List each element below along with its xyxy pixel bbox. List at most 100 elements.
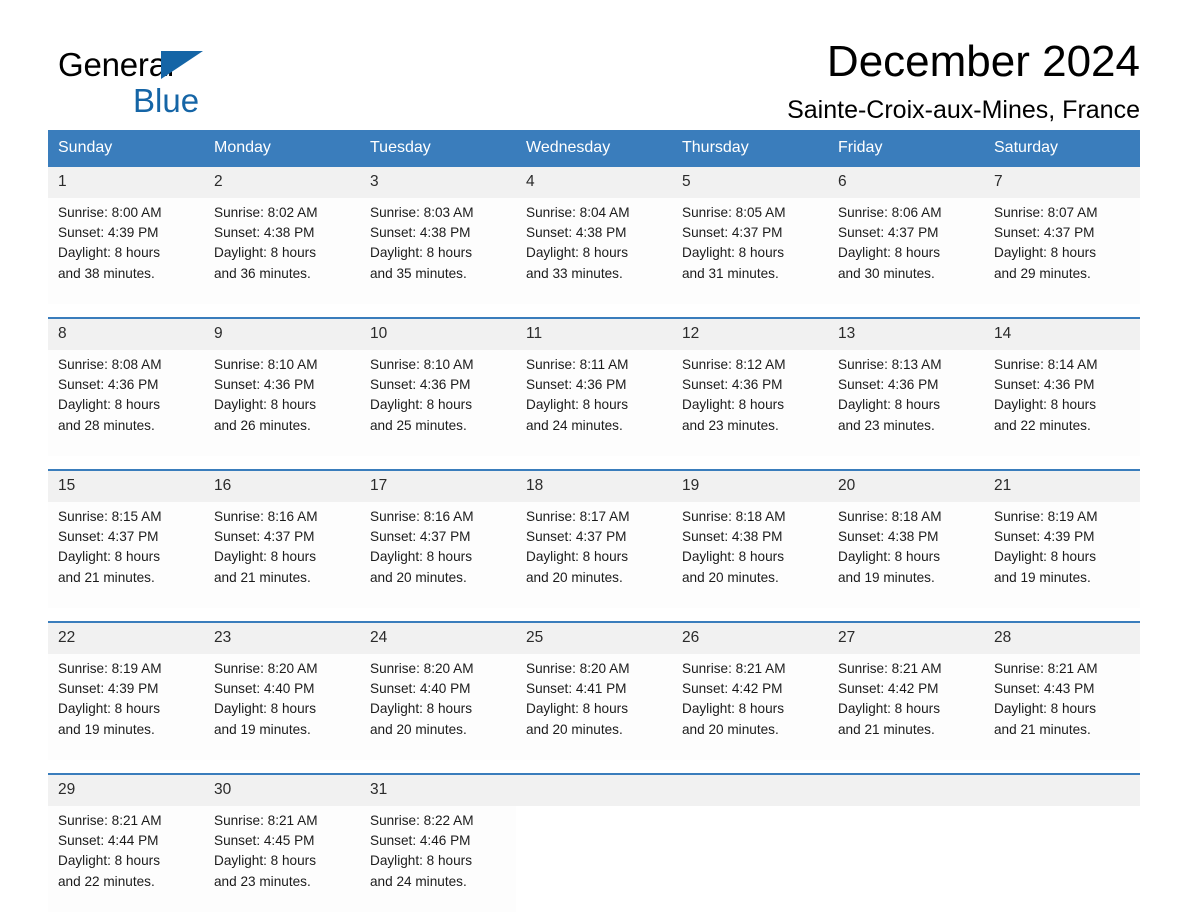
daylight-text-line1: Daylight: 8 hours xyxy=(370,853,473,869)
week-2-daynumbers: 8 9 10 11 12 13 14 xyxy=(48,318,1140,350)
day-cell: Sunrise: 8:04 AM Sunset: 4:38 PM Dayligh… xyxy=(516,198,672,304)
day-cell: Sunrise: 8:20 AM Sunset: 4:40 PM Dayligh… xyxy=(360,654,516,760)
daylight-text-line2: and 19 minutes. xyxy=(58,721,155,737)
daylight-text-line1: Daylight: 8 hours xyxy=(214,245,317,261)
day-number[interactable]: 30 xyxy=(204,774,360,806)
day-number[interactable]: 24 xyxy=(360,622,516,654)
daylight-text-line1: Daylight: 8 hours xyxy=(526,701,629,717)
daylight-text-line2: and 30 minutes. xyxy=(838,265,935,281)
day-number[interactable]: 21 xyxy=(984,470,1140,502)
day-number-empty xyxy=(672,774,828,806)
day-cell: Sunrise: 8:12 AM Sunset: 4:36 PM Dayligh… xyxy=(672,350,828,456)
week-1-daynumbers: 1 2 3 4 5 6 7 xyxy=(48,167,1140,198)
week-separator-line xyxy=(48,456,1140,471)
day-cell: Sunrise: 8:21 AM Sunset: 4:42 PM Dayligh… xyxy=(672,654,828,760)
page-subtitle-location: Sainte-Croix-aux-Mines, France xyxy=(787,96,1140,124)
day-number[interactable]: 15 xyxy=(48,470,204,502)
sunset-text: Sunset: 4:42 PM xyxy=(682,681,783,697)
day-number[interactable]: 19 xyxy=(672,470,828,502)
day-number[interactable]: 25 xyxy=(516,622,672,654)
day-number[interactable]: 1 xyxy=(48,167,204,198)
day-number[interactable]: 23 xyxy=(204,622,360,654)
daylight-text-line1: Daylight: 8 hours xyxy=(838,397,941,413)
daylight-text-line2: and 31 minutes. xyxy=(682,265,779,281)
day-cell: Sunrise: 8:21 AM Sunset: 4:45 PM Dayligh… xyxy=(204,806,360,912)
sunrise-text: Sunrise: 8:12 AM xyxy=(682,357,786,372)
sunrise-text: Sunrise: 8:17 AM xyxy=(526,509,630,524)
day-number[interactable]: 26 xyxy=(672,622,828,654)
day-number[interactable]: 31 xyxy=(360,774,516,806)
daylight-text-line2: and 24 minutes. xyxy=(370,873,467,889)
day-cell: Sunrise: 8:19 AM Sunset: 4:39 PM Dayligh… xyxy=(984,502,1140,608)
sunrise-text: Sunrise: 8:16 AM xyxy=(370,509,474,524)
daylight-text-line2: and 23 minutes. xyxy=(838,417,935,433)
week-4-details: Sunrise: 8:19 AM Sunset: 4:39 PM Dayligh… xyxy=(48,654,1140,760)
day-number[interactable]: 28 xyxy=(984,622,1140,654)
sunrise-text: Sunrise: 8:00 AM xyxy=(58,205,162,220)
day-number[interactable]: 14 xyxy=(984,318,1140,350)
day-cell: Sunrise: 8:06 AM Sunset: 4:37 PM Dayligh… xyxy=(828,198,984,304)
day-number[interactable]: 9 xyxy=(204,318,360,350)
sunrise-text: Sunrise: 8:21 AM xyxy=(994,661,1098,676)
sunrise-text: Sunrise: 8:19 AM xyxy=(994,509,1098,524)
daylight-text-line1: Daylight: 8 hours xyxy=(58,397,161,413)
day-number[interactable]: 27 xyxy=(828,622,984,654)
day-number[interactable]: 6 xyxy=(828,167,984,198)
day-number[interactable]: 20 xyxy=(828,470,984,502)
day-number[interactable]: 4 xyxy=(516,167,672,198)
sunset-text: Sunset: 4:39 PM xyxy=(58,681,159,697)
day-number[interactable]: 5 xyxy=(672,167,828,198)
week-4-daynumbers: 22 23 24 25 26 27 28 xyxy=(48,622,1140,654)
daylight-text-line2: and 20 minutes. xyxy=(682,721,779,737)
weekday-header-monday: Monday xyxy=(204,130,360,167)
sunrise-text: Sunrise: 8:21 AM xyxy=(682,661,786,676)
day-cell-empty xyxy=(828,806,984,912)
day-number[interactable]: 8 xyxy=(48,318,204,350)
day-cell: Sunrise: 8:14 AM Sunset: 4:36 PM Dayligh… xyxy=(984,350,1140,456)
daylight-text-line1: Daylight: 8 hours xyxy=(214,701,317,717)
sunset-text: Sunset: 4:45 PM xyxy=(214,833,315,849)
sunset-text: Sunset: 4:38 PM xyxy=(838,529,939,545)
day-number[interactable]: 13 xyxy=(828,318,984,350)
daylight-text-line1: Daylight: 8 hours xyxy=(526,549,629,565)
day-number[interactable]: 10 xyxy=(360,318,516,350)
week-3-daynumbers: 15 16 17 18 19 20 21 xyxy=(48,470,1140,502)
day-number[interactable]: 22 xyxy=(48,622,204,654)
day-number-empty xyxy=(516,774,672,806)
day-cell-empty xyxy=(516,806,672,912)
week-1-details: Sunrise: 8:00 AM Sunset: 4:39 PM Dayligh… xyxy=(48,198,1140,304)
day-cell: Sunrise: 8:22 AM Sunset: 4:46 PM Dayligh… xyxy=(360,806,516,912)
sunset-text: Sunset: 4:40 PM xyxy=(214,681,315,697)
day-number[interactable]: 17 xyxy=(360,470,516,502)
title-block: December 2024 Sainte-Croix-aux-Mines, Fr… xyxy=(440,36,1140,126)
sunrise-text: Sunrise: 8:05 AM xyxy=(682,205,786,220)
logo-text-blue: Blue xyxy=(133,82,200,119)
day-cell: Sunrise: 8:10 AM Sunset: 4:36 PM Dayligh… xyxy=(204,350,360,456)
day-number[interactable]: 2 xyxy=(204,167,360,198)
sunrise-text: Sunrise: 8:13 AM xyxy=(838,357,942,372)
day-cell: Sunrise: 8:05 AM Sunset: 4:37 PM Dayligh… xyxy=(672,198,828,304)
day-cell: Sunrise: 8:02 AM Sunset: 4:38 PM Dayligh… xyxy=(204,198,360,304)
week-2-details: Sunrise: 8:08 AM Sunset: 4:36 PM Dayligh… xyxy=(48,350,1140,456)
day-number[interactable]: 16 xyxy=(204,470,360,502)
day-number[interactable]: 29 xyxy=(48,774,204,806)
day-number[interactable]: 18 xyxy=(516,470,672,502)
daylight-text-line2: and 23 minutes. xyxy=(214,873,311,889)
day-number[interactable]: 11 xyxy=(516,318,672,350)
day-number[interactable]: 12 xyxy=(672,318,828,350)
sunrise-text: Sunrise: 8:20 AM xyxy=(370,661,474,676)
sunrise-text: Sunrise: 8:16 AM xyxy=(214,509,318,524)
day-cell: Sunrise: 8:20 AM Sunset: 4:40 PM Dayligh… xyxy=(204,654,360,760)
daylight-text-line2: and 36 minutes. xyxy=(214,265,311,281)
general-blue-logo[interactable]: General Blue xyxy=(58,48,288,126)
day-number[interactable]: 3 xyxy=(360,167,516,198)
sunset-text: Sunset: 4:38 PM xyxy=(370,225,471,241)
daylight-text-line2: and 33 minutes. xyxy=(526,265,623,281)
weekday-header-saturday: Saturday xyxy=(984,130,1140,167)
sunrise-text: Sunrise: 8:06 AM xyxy=(838,205,942,220)
sunrise-text: Sunrise: 8:18 AM xyxy=(682,509,786,524)
day-cell: Sunrise: 8:03 AM Sunset: 4:38 PM Dayligh… xyxy=(360,198,516,304)
day-number[interactable]: 7 xyxy=(984,167,1140,198)
daylight-text-line2: and 22 minutes. xyxy=(58,873,155,889)
daylight-text-line2: and 28 minutes. xyxy=(58,417,155,433)
